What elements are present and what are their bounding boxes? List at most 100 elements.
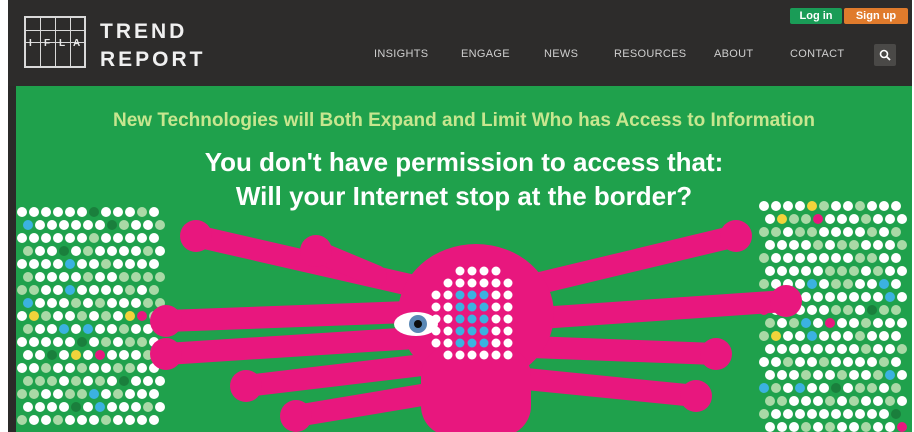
head-dot bbox=[431, 290, 441, 300]
brand-line-report[interactable]: REPORT bbox=[100, 48, 206, 72]
pattern-dot bbox=[35, 272, 45, 282]
pattern-dot bbox=[65, 285, 75, 295]
pattern-dot bbox=[843, 305, 853, 315]
pattern-dot bbox=[95, 246, 105, 256]
nav-item-news[interactable]: NEWS bbox=[544, 48, 578, 60]
pattern-dot bbox=[777, 344, 787, 354]
pattern-dot bbox=[771, 253, 781, 263]
pattern-dot bbox=[41, 259, 51, 269]
pattern-dot bbox=[843, 279, 853, 289]
pattern-dot bbox=[101, 285, 111, 295]
pattern-dot bbox=[771, 227, 781, 237]
pattern-dot bbox=[41, 233, 51, 243]
pattern-dot bbox=[801, 370, 811, 380]
pattern-dot bbox=[873, 318, 883, 328]
site-header: I F L A TREND REPORT Log in Sign up INSI… bbox=[8, 0, 912, 86]
pattern-dot bbox=[795, 357, 805, 367]
pattern-dot bbox=[35, 246, 45, 256]
pattern-dot bbox=[89, 363, 99, 373]
pattern-dot bbox=[125, 259, 135, 269]
pattern-dot bbox=[801, 240, 811, 250]
pattern-dot bbox=[101, 337, 111, 347]
pattern-dot bbox=[71, 324, 81, 334]
head-dot bbox=[503, 314, 513, 324]
pattern-dot bbox=[143, 220, 153, 230]
pattern-dot bbox=[119, 272, 129, 282]
nav-item-about[interactable]: ABOUT bbox=[714, 48, 753, 60]
pattern-dot bbox=[65, 233, 75, 243]
pattern-dot bbox=[119, 298, 129, 308]
ifla-logo[interactable]: I F L A bbox=[24, 16, 86, 68]
pattern-dot bbox=[873, 370, 883, 380]
search-button[interactable] bbox=[874, 44, 896, 66]
nav-item-insights[interactable]: INSIGHTS bbox=[374, 48, 428, 60]
pattern-dot bbox=[885, 292, 895, 302]
pattern-dot bbox=[107, 350, 117, 360]
logo-letter: I bbox=[29, 38, 33, 49]
signup-button[interactable]: Sign up bbox=[844, 8, 908, 24]
pattern-dot bbox=[879, 409, 889, 419]
login-button[interactable]: Log in bbox=[790, 8, 842, 24]
head-dot bbox=[491, 326, 501, 336]
pattern-dot bbox=[119, 376, 129, 386]
pattern-dot bbox=[113, 233, 123, 243]
pattern-dot bbox=[53, 363, 63, 373]
brand-line-trend[interactable]: TREND bbox=[100, 20, 187, 44]
pattern-dot bbox=[813, 266, 823, 276]
pattern-dot bbox=[777, 396, 787, 406]
pattern-dot bbox=[837, 422, 847, 432]
pattern-dot bbox=[843, 357, 853, 367]
pattern-dot bbox=[879, 357, 889, 367]
head-dot bbox=[443, 326, 453, 336]
pattern-dot bbox=[89, 337, 99, 347]
pattern-dot bbox=[119, 402, 129, 412]
pattern-dot bbox=[759, 409, 769, 419]
pattern-dot bbox=[861, 422, 871, 432]
pattern-dot bbox=[807, 227, 817, 237]
pattern-dot bbox=[71, 298, 81, 308]
head-dot bbox=[491, 338, 501, 348]
pattern-dot bbox=[885, 240, 895, 250]
head-dot bbox=[455, 302, 465, 312]
pattern-dot bbox=[837, 292, 847, 302]
nav-item-resources[interactable]: RESOURCES bbox=[614, 48, 686, 60]
pattern-dot bbox=[813, 240, 823, 250]
pattern-dot bbox=[795, 409, 805, 419]
pattern-dot bbox=[873, 266, 883, 276]
head-dot bbox=[467, 338, 477, 348]
pattern-dot bbox=[29, 337, 39, 347]
pattern-dot bbox=[59, 350, 69, 360]
pattern-dot bbox=[119, 350, 129, 360]
head-dot bbox=[455, 290, 465, 300]
pattern-dot bbox=[29, 233, 39, 243]
pattern-dot bbox=[885, 344, 895, 354]
head-dot bbox=[479, 290, 489, 300]
pattern-dot bbox=[137, 233, 147, 243]
head-dot bbox=[455, 350, 465, 360]
pattern-dot bbox=[765, 266, 775, 276]
pattern-dot bbox=[59, 376, 69, 386]
hero-subtitle: New Technologies will Both Expand and Li… bbox=[112, 110, 815, 131]
nav-item-contact[interactable]: CONTACT bbox=[790, 48, 844, 60]
hero-title-line-2: Will your Internet stop at the border? bbox=[235, 180, 693, 211]
pattern-dot bbox=[813, 422, 823, 432]
hero-banner[interactable]: New Technologies will Both Expand and Li… bbox=[16, 86, 912, 432]
pattern-dot bbox=[849, 422, 859, 432]
pattern-dot bbox=[897, 266, 907, 276]
pattern-dot bbox=[137, 389, 147, 399]
head-dot bbox=[479, 266, 489, 276]
pattern-dot bbox=[873, 396, 883, 406]
pattern-dot bbox=[95, 272, 105, 282]
pattern-dot bbox=[855, 383, 865, 393]
pattern-dot bbox=[873, 422, 883, 432]
figure-arm bbox=[155, 300, 447, 332]
nav-item-engage[interactable]: ENGAGE bbox=[461, 48, 510, 60]
pattern-dot bbox=[825, 344, 835, 354]
pattern-dot bbox=[819, 331, 829, 341]
pattern-dot bbox=[17, 337, 27, 347]
pattern-dot bbox=[95, 220, 105, 230]
pattern-dot bbox=[83, 324, 93, 334]
figure-hand bbox=[720, 220, 752, 252]
pattern-dot bbox=[813, 344, 823, 354]
pattern-dot bbox=[59, 220, 69, 230]
